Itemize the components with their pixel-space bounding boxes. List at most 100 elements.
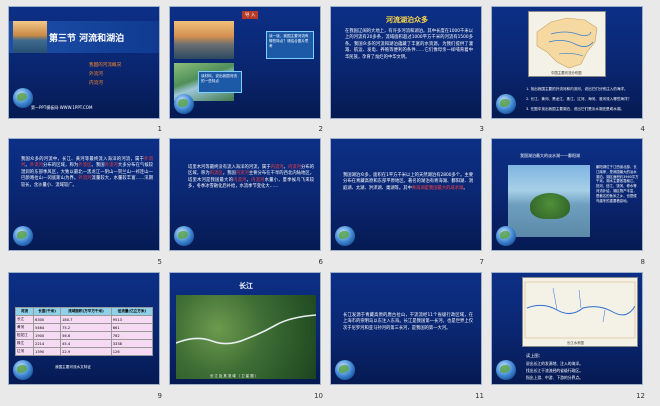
lake-photo [13,21,47,53]
task-2: 找出长江干流流经的省级行政区。 [526,368,583,373]
map-title: 长江水系图 [567,341,584,345]
slide-thumbnail-12[interactable]: 长江水系图 读上图： 说出长江的发源地、注入的海洋。 找出长江干流流经的省级行政… [491,272,643,385]
slide-thumbnail-1[interactable]: 第三节 河流和湖泊 我国的河流概况 外流河 内流河 第一PPT模板网-WWW.1… [8,6,160,119]
table-cell: 松花江 [14,331,35,340]
side-text: 鄱阳湖位于江西省北部，长江南岸，是我国最大的淡水湖泊。湖区面积约3960平方千米… [596,165,639,203]
question-3: 3. 在图中找出我国主要湖泊，说出它们是淡水湖还是咸水湖。 [526,107,625,111]
table-cell: 长江 [14,315,35,324]
table-cell: 762 [110,331,154,340]
slide-body: 长江发源于青藏高原的唐古拉山，干流流经11个省级行政区域，在上海市的崇明岛以东注… [343,313,473,331]
table-header-row: 河流 长度(千米) 流域面积(万平方千米) 径流量(亿立方米) [14,307,154,316]
table-cell: 661 [110,323,154,332]
table-header: 河流 [14,307,35,316]
table-row: 辽河 1390 22.9 126 [14,347,154,356]
table-cell: 2214 [33,339,62,348]
slide-title: 河流湖泊众多 [386,16,428,24]
callout-bottom: 读材料，说出我国河流的一些特点 [198,71,242,93]
globe-icon [496,360,516,380]
table-cell: 5464 [33,323,62,332]
slide-number: 11 [475,392,484,400]
slide-thumbnail-6[interactable]: 塔里木河等最终没有流入海洋的河流，属于内流河。内流河分布的区域，称为内流区。我国… [169,138,321,251]
china-rivers-map: 中国主要河流分布图 [528,11,606,77]
slide-body: 塔里木河等最终没有流入海洋的河流，属于内流河。内流河分布的区域，称为内流区。我国… [188,165,315,190]
slide-number: 2 [318,125,323,133]
lake-island-photo [508,165,590,237]
table-cell: 1390 [33,347,62,356]
globe-icon [496,94,516,114]
city-photo [174,21,234,59]
island [530,193,570,219]
task-3: 指出上游、中游、下游的分界点。 [526,375,583,380]
table-cell: 3338 [110,339,154,348]
banner: 导 入 [242,11,259,19]
table-header: 径流量(亿立方米) [110,307,154,316]
globe-icon [335,226,355,246]
globe-icon [13,226,33,246]
footer-text: 第一PPT模板网-WWW.1PPT.COM [31,105,93,110]
slide-title: 长江 [239,282,253,290]
slide-number: 9 [157,392,162,400]
slide-thumbnail-2[interactable]: 导 入 读一读，我国主要河流有哪些特点？请结合图片思考 读材料，说出我国河流的一… [169,6,321,119]
slide-number: 7 [479,258,484,266]
table-header: 流域面积(万平方千米) [60,307,112,316]
globe-icon [13,88,33,108]
slide-thumbnail-3[interactable]: 河流湖泊众多 在我国辽阔的大地上，有许多河流和湖泊。其中长度在1000千米以上的… [330,6,482,119]
yangtze-map: 长江水系图 [522,277,638,347]
table-cell: 56.6 [60,331,112,340]
question-2: 2. 长江、黄河、黑龙江、珠江、辽河、海河、淮河流入哪些海洋？ [526,97,632,101]
slide-thumbnail-11[interactable]: 长江发源于青藏高原的唐古拉山，干流流经11个省级行政区域，在上海市的崇明岛以东注… [330,272,482,385]
menu-item-3[interactable]: 内流河 [89,80,103,86]
slide-thumbnail-7[interactable]: 我国湖泊众多，面积在1平方千米以上的天然湖泊有2800多个。主要分布在青藏高原和… [330,138,482,251]
map-drawing [524,281,636,339]
task-1: 说出长江的发源地、注入的海洋。 [526,361,583,366]
callout-top: 读一读，我国主要河流有哪些特点？请结合图片思考 [266,31,314,59]
table-cell: 45.4 [60,339,112,348]
slide-number: 6 [318,258,323,266]
globe-icon [496,226,516,246]
slide-thumbnail-10[interactable]: 长江 长 江 及 其 流 域 （ 卫 星 图 ） [169,272,321,385]
table-row: 长江 6300 180.7 9513 [14,315,154,324]
table-cell: 22.9 [60,347,112,356]
globe-icon [335,360,355,380]
menu-item-2[interactable]: 外流河 [89,71,103,77]
map-drawing [536,17,598,69]
table-cell: 6300 [33,315,62,324]
table-row: 黄河 5464 75.2 661 [14,323,154,332]
slide-thumbnail-9[interactable]: 河流 长度(千米) 流域面积(万平方千米) 径流量(亿立方米) 长江 6300 … [8,272,160,385]
slide-title: 第三节 河流和湖泊 [49,34,125,44]
photo-caption: 长 江 及 其 流 域 （ 卫 星 图 ） [210,374,259,378]
slide-thumbnail-4[interactable]: 中国主要河流分布图 1. 找出我国主要的外流河和内流河，说出它们分别注入的海洋。… [491,6,643,119]
table-cell: 黄河 [14,323,35,332]
slide-number: 4 [640,125,645,133]
slide-title: 我国湖泊最大的淡水湖——鄱阳湖 [520,153,580,158]
slide-thumbnail-5[interactable]: 我国众多的河流中，长江、黄河等最终流入海洋的河流，属于外流河。外流河分布的区域，… [8,138,160,251]
yangtze-river-line [176,314,316,345]
slide-body: 在我国辽阔的大地上，有许多河流和湖泊。其中长度在1000千米以上的河流有20多条… [345,29,473,60]
table-cell: 1900 [33,331,62,340]
table-row: 松花江 1900 56.6 762 [14,331,154,340]
table-cell: 180.7 [60,315,112,324]
rivers-table: 河流 长度(千米) 流域面积(万平方千米) 径流量(亿立方米) 长江 6300 … [14,307,154,356]
slide-number: 10 [314,392,323,400]
slide-number: 12 [636,392,645,400]
slide-body: 我国众多的河流中，长江、黄河等最终流入海洋的河流，属于外流河。外流河分布的区域，… [21,157,154,188]
table-header: 长度(千米) [33,307,62,316]
table-cell: 126 [110,347,154,356]
slide-number: 8 [640,258,645,266]
menu-item-1[interactable]: 我国的河流概况 [89,62,121,68]
table-caption: 我国主要河流水文特征 [55,365,91,369]
slide-thumbnail-8[interactable]: 我国湖泊最大的淡水湖——鄱阳湖 鄱阳湖位于江西省北部，长江南岸，是我国最大的淡水… [491,138,643,251]
slide-number: 5 [157,258,162,266]
table-row: 珠江 2214 45.4 3338 [14,339,154,348]
globe-icon [13,360,33,380]
globe-icon [174,94,194,114]
slide-number: 1 [157,125,162,133]
table-cell: 9513 [110,315,154,324]
satellite-photo [176,295,316,379]
slide-body: 我国湖泊众多，面积在1平方千米以上的天然湖泊有2800多个。主要分布在青藏高原和… [343,173,473,191]
table-cell: 珠江 [14,339,35,348]
map-title: 中国主要河流分布图 [551,71,582,75]
slide-number: 3 [479,125,484,133]
table-cell: 75.2 [60,323,112,332]
globe-icon [174,226,194,246]
